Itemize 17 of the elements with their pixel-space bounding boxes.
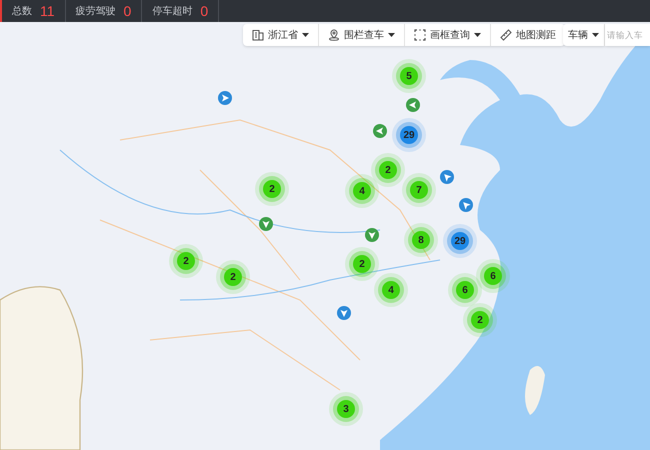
location-pin-icon bbox=[328, 29, 340, 41]
status-count: 0 bbox=[200, 2, 208, 20]
status-count: 0 bbox=[124, 2, 132, 20]
toolbar-button[interactable]: 地图测距 bbox=[491, 24, 565, 46]
toolbar-button[interactable]: 浙江省 bbox=[243, 24, 319, 46]
status-label: 疲劳驾驶 bbox=[76, 4, 116, 18]
search-field[interactable]: 请输入车 bbox=[605, 24, 650, 46]
ruler-icon bbox=[500, 29, 512, 41]
vehicle-type-select[interactable]: 车辆 bbox=[563, 24, 605, 46]
selection-frame-icon bbox=[414, 29, 426, 41]
status-count: 11 bbox=[40, 2, 55, 20]
status-label: 停车超时 bbox=[152, 4, 192, 18]
caret-icon bbox=[592, 33, 599, 37]
status-label: 总数 bbox=[12, 4, 32, 18]
toolbar-button[interactable]: 画框查询 bbox=[405, 24, 491, 46]
toolbar-button[interactable]: 围栏查车 bbox=[319, 24, 405, 46]
building-icon bbox=[252, 29, 264, 41]
